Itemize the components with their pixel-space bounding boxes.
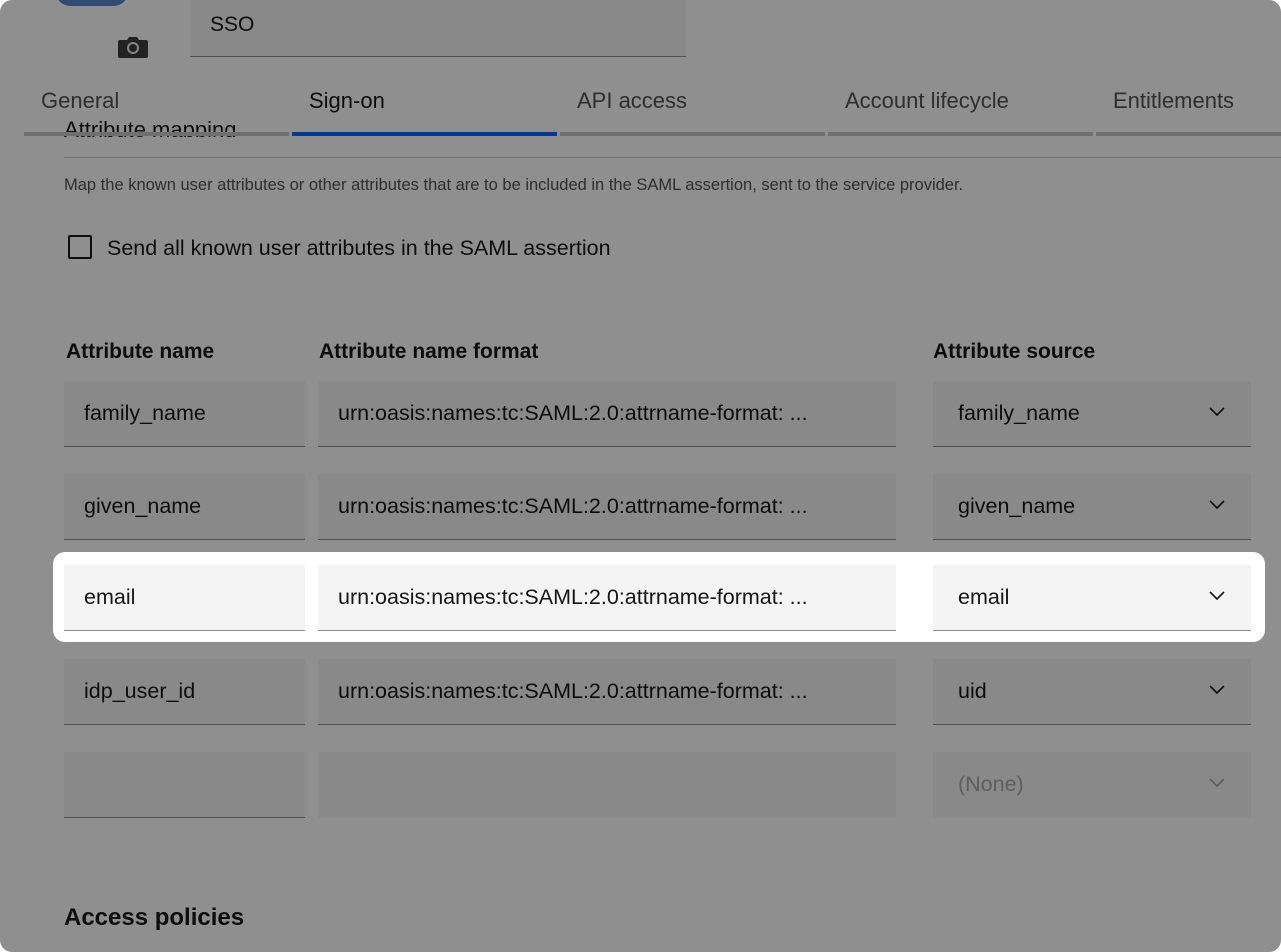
tab-label: Account lifecycle [845,88,1009,113]
attribute-name-input[interactable]: email [64,565,305,631]
tab-bar: General Sign-on API access Account lifec… [0,80,1281,136]
tab-underline [24,132,289,136]
attribute-source-select-empty[interactable]: (None) [933,752,1251,818]
column-header-attribute-source: Attribute source [933,340,1096,363]
tab-label: General [41,88,120,113]
highlighted-row-email: email urn:oasis:names:tc:SAML:2.0:attrna… [53,552,1265,642]
section-divider [64,157,1281,158]
attribute-source-select[interactable]: email [933,565,1251,631]
tab-underline-active [292,132,557,136]
attribute-format-input-empty[interactable] [318,752,896,818]
tab-label: API access [577,88,688,113]
attribute-format-input[interactable]: urn:oasis:names:tc:SAML:2.0:attrname-for… [318,565,896,631]
send-all-attributes-checkbox[interactable] [68,235,92,259]
chevron-down-icon [1209,778,1225,788]
attribute-format-input[interactable]: urn:oasis:names:tc:SAML:2.0:attrname-for… [318,659,896,725]
attribute-source-select[interactable]: uid [933,659,1251,725]
camera-icon[interactable] [117,34,149,60]
tab-label: Entitlements [1113,88,1235,113]
tab-label: Sign-on [309,88,385,113]
tab-underline [828,132,1093,136]
select-value: given_name [958,494,1076,518]
tab-underline [1096,132,1281,136]
attribute-source-select[interactable]: family_name [933,381,1251,447]
app-logo[interactable] [56,0,128,6]
select-value: uid [958,679,987,703]
select-placeholder: (None) [958,772,1024,796]
attribute-format-input[interactable]: urn:oasis:names:tc:SAML:2.0:attrname-for… [318,381,896,447]
select-value: family_name [958,401,1080,425]
tab-entitlements[interactable]: Entitlements [1096,80,1281,136]
tab-account-lifecycle[interactable]: Account lifecycle [828,80,1093,136]
app-name-input[interactable]: SSO [190,0,686,57]
checkbox-label: Send all known user attributes in the SA… [107,236,611,260]
chevron-down-icon [1209,591,1225,601]
attribute-name-input[interactable]: idp_user_id [64,659,305,725]
attribute-source-select[interactable]: given_name [933,474,1251,540]
attribute-name-input[interactable]: family_name [64,381,305,447]
tab-api-access[interactable]: API access [560,80,825,136]
tab-underline [560,132,825,136]
attribute-name-input[interactable]: given_name [64,474,305,540]
chevron-down-icon [1209,685,1225,695]
attribute-name-input-empty[interactable] [64,752,305,818]
tab-sign-on[interactable]: Sign-on [292,80,557,136]
window-frame: SSO Attribute mapping General Sign-on AP… [0,0,1281,952]
attribute-format-input[interactable]: urn:oasis:names:tc:SAML:2.0:attrname-for… [318,474,896,540]
column-header-attribute-format: Attribute name format [319,340,539,363]
chevron-down-icon [1209,500,1225,510]
access-policies-heading: Access policies [64,904,245,931]
column-header-attribute-name: Attribute name [66,340,215,363]
chevron-down-icon [1209,407,1225,417]
section-description: Map the known user attributes or other a… [64,176,964,194]
select-value: email [958,585,1010,609]
tab-general[interactable]: General [24,80,289,136]
app-page: SSO Attribute mapping General Sign-on AP… [0,0,1281,952]
